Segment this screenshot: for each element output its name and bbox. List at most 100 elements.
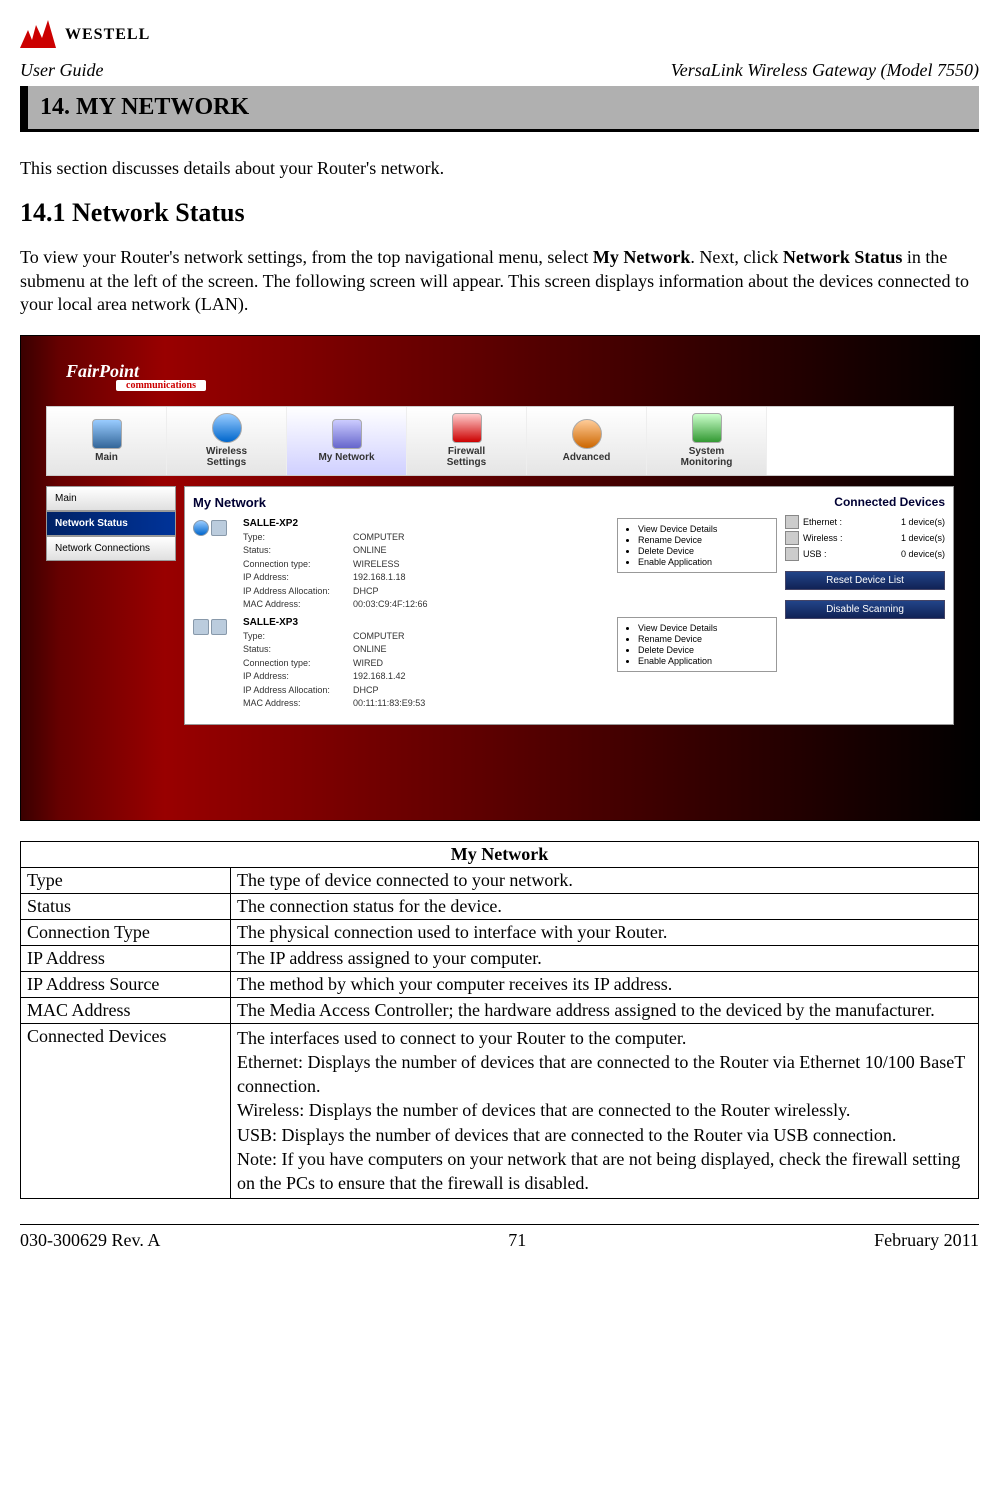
nav-label: Advanced (563, 452, 611, 463)
device-name: SALLE-XP2 (243, 518, 607, 529)
side-menu: Main Network Status Network Connections (46, 486, 176, 725)
side-item-network-connections[interactable]: Network Connections (46, 536, 176, 561)
desc-cell: The method by which your computer receiv… (231, 971, 979, 997)
kv-val: COMPUTER (353, 630, 607, 644)
conn-count: 1 device(s) (901, 533, 945, 543)
table-row: Connection TypeThe physical connection u… (21, 919, 979, 945)
kv-key: IP Address: (243, 670, 353, 684)
table-title: My Network (21, 841, 979, 867)
usb-icon (785, 547, 799, 561)
conn-count: 0 device(s) (901, 549, 945, 559)
header-right: VersaLink Wireless Gateway (Model 7550) (671, 60, 979, 81)
table-row: IP Address SourceThe method by which you… (21, 971, 979, 997)
action-enable-app[interactable]: Enable Application (638, 656, 768, 666)
wireless-icon (212, 413, 242, 443)
field-cell: Connection Type (21, 919, 231, 945)
field-cell: Type (21, 867, 231, 893)
footer-left: 030-300629 Rev. A (20, 1230, 160, 1251)
nav-firewall[interactable]: FirewallSettings (407, 407, 527, 475)
kv-key: Status: (243, 544, 353, 558)
action-view-details[interactable]: View Device Details (638, 524, 768, 534)
nav-main[interactable]: Main (47, 407, 167, 475)
kv-key: Type: (243, 630, 353, 644)
kv-val: 00:03:C9:4F:12:66 (353, 598, 607, 612)
kv-val: ONLINE (353, 544, 607, 558)
nav-label-2: Monitoring (681, 457, 733, 468)
conn-label: Wireless : (803, 533, 897, 543)
device-entry: SALLE-XP3 Type:COMPUTER Status:ONLINE Co… (193, 617, 777, 711)
computer-icon (211, 619, 227, 635)
device-actions: View Device Details Rename Device Delete… (617, 518, 777, 573)
network-icon (332, 419, 362, 449)
conn-ethernet: Ethernet : 1 device(s) (785, 515, 945, 529)
logo-burst-icon (20, 20, 60, 50)
kv-val: 00:11:11:83:E9:53 (353, 697, 607, 711)
conn-label: USB : (803, 549, 897, 559)
desc-cell: The connection status for the device. (231, 893, 979, 919)
desc-cell: The interfaces used to connect to your R… (231, 1023, 979, 1198)
conn-usb: USB : 0 device(s) (785, 547, 945, 561)
device-entry: SALLE-XP2 Type:COMPUTER Status:ONLINE Co… (193, 518, 777, 612)
connected-devices-title: Connected Devices (785, 495, 945, 509)
section-paragraph: To view your Router's network settings, … (20, 246, 979, 316)
desc-cell: The type of device connected to your net… (231, 867, 979, 893)
wifi-icon (193, 520, 209, 536)
chapter-title: 14. MY NETWORK (20, 86, 979, 132)
table-row: Connected DevicesThe interfaces used to … (21, 1023, 979, 1198)
kv-key: MAC Address: (243, 598, 353, 612)
nav-label: Wireless (206, 446, 247, 457)
kv-key: Connection type: (243, 657, 353, 671)
nav-advanced[interactable]: Advanced (527, 407, 647, 475)
field-cell: Connected Devices (21, 1023, 231, 1198)
main-icon (92, 419, 122, 449)
conn-count: 1 device(s) (901, 517, 945, 527)
disable-scanning-button[interactable]: Disable Scanning (785, 600, 945, 619)
kv-val: WIRELESS (353, 558, 607, 572)
table-row: MAC AddressThe Media Access Controller; … (21, 997, 979, 1023)
para-part-2: . Next, click (690, 247, 782, 267)
section-heading: 14.1 Network Status (20, 198, 979, 228)
nav-monitoring[interactable]: SystemMonitoring (647, 407, 767, 475)
side-item-main[interactable]: Main (46, 486, 176, 511)
para-part-1: To view your Router's network settings, … (20, 247, 593, 267)
action-view-details[interactable]: View Device Details (638, 623, 768, 633)
side-item-network-status[interactable]: Network Status (46, 511, 176, 536)
table-row: TypeThe type of device connected to your… (21, 867, 979, 893)
kv-val: WIRED (353, 657, 607, 671)
action-rename[interactable]: Rename Device (638, 634, 768, 644)
monitoring-icon (692, 413, 722, 443)
nav-my-network[interactable]: My Network (287, 407, 407, 475)
device-actions: View Device Details Rename Device Delete… (617, 617, 777, 672)
conn-label: Ethernet : (803, 517, 897, 527)
kv-key: IP Address Allocation: (243, 684, 353, 698)
kv-key: IP Address: (243, 571, 353, 585)
nav-label-2: Settings (207, 457, 246, 468)
device-name: SALLE-XP3 (243, 617, 607, 628)
kv-val: ONLINE (353, 643, 607, 657)
kv-val: COMPUTER (353, 531, 607, 545)
nav-label: System (689, 446, 725, 457)
nav-label: My Network (318, 452, 374, 463)
nav-label: Main (95, 452, 118, 463)
description-table: My Network TypeThe type of device connec… (20, 841, 979, 1199)
page-header: User Guide VersaLink Wireless Gateway (M… (20, 60, 979, 81)
para-bold-2: Network Status (783, 247, 903, 267)
para-bold-1: My Network (593, 247, 690, 267)
nav-label: Firewall (448, 446, 485, 457)
nav-wireless[interactable]: WirelessSettings (167, 407, 287, 475)
kv-key: IP Address Allocation: (243, 585, 353, 599)
brand-text: WESTELL (65, 26, 150, 44)
action-delete[interactable]: Delete Device (638, 645, 768, 655)
footer-center: 71 (508, 1230, 526, 1251)
computer-icon (211, 520, 227, 536)
action-rename[interactable]: Rename Device (638, 535, 768, 545)
kv-key: Status: (243, 643, 353, 657)
kv-key: MAC Address: (243, 697, 353, 711)
top-nav: Main WirelessSettings My Network Firewal… (46, 406, 954, 476)
action-delete[interactable]: Delete Device (638, 546, 768, 556)
firewall-icon (452, 413, 482, 443)
reset-device-list-button[interactable]: Reset Device List (785, 571, 945, 590)
page-footer: 030-300629 Rev. A 71 February 2011 (20, 1224, 979, 1251)
router-ui-screenshot: FairPoint communications Main WirelessSe… (20, 335, 980, 821)
action-enable-app[interactable]: Enable Application (638, 557, 768, 567)
